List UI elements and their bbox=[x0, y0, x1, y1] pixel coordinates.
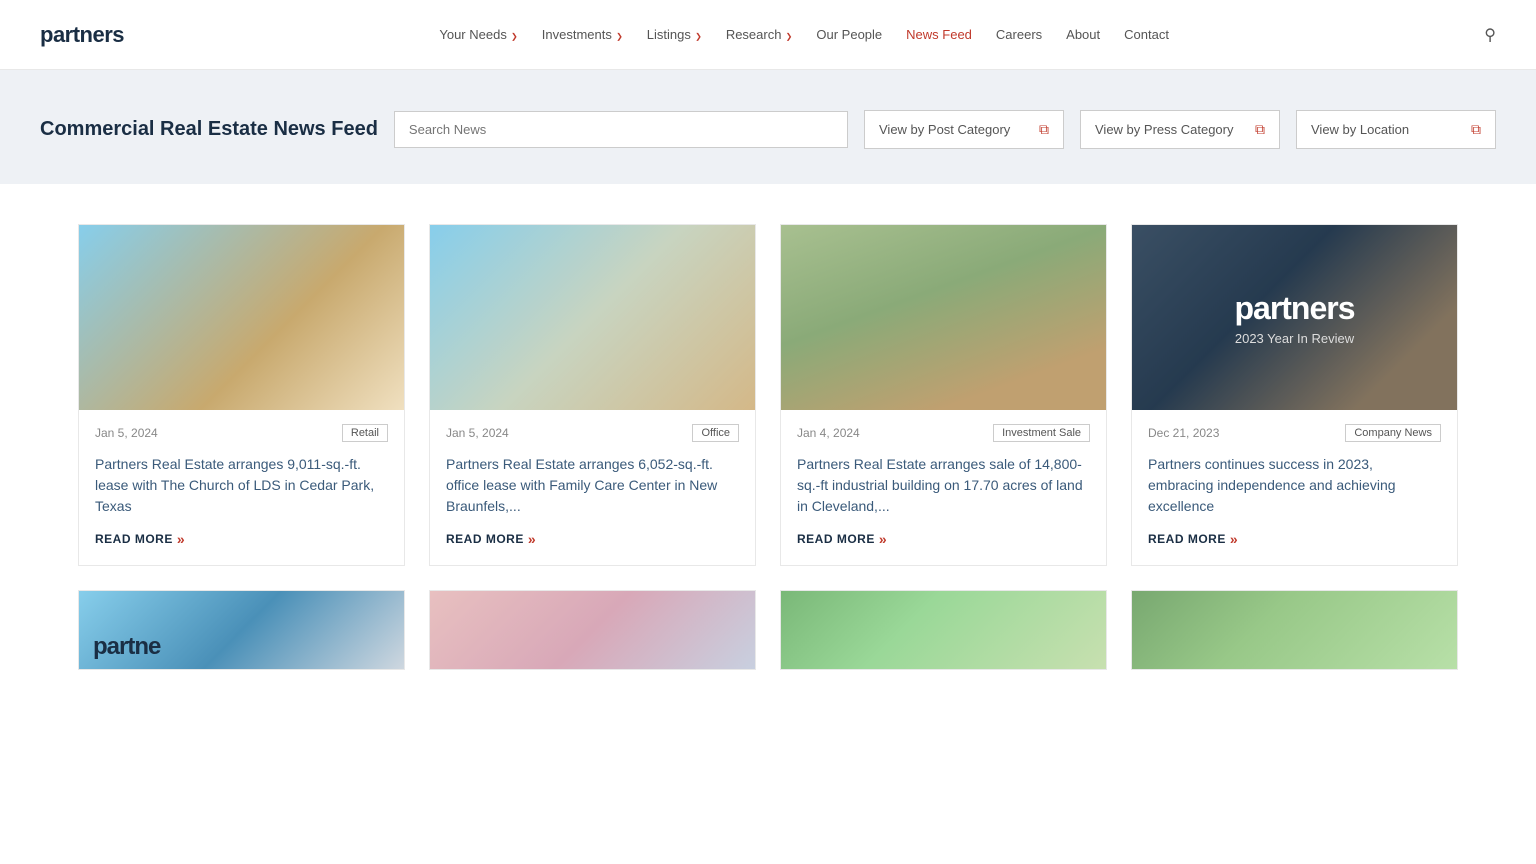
chevron-icon: ❯ bbox=[614, 32, 623, 41]
main-nav: partners Your Needs ❯ Investments ❯ Listin… bbox=[0, 0, 1536, 70]
card-image bbox=[781, 591, 1106, 670]
read-more-link[interactable]: READ MORE » bbox=[1148, 531, 1441, 547]
news-card-partial bbox=[780, 590, 1107, 670]
read-more-label: READ MORE bbox=[1148, 532, 1226, 546]
nav-link-contact[interactable]: Contact bbox=[1124, 27, 1169, 42]
card-image bbox=[79, 225, 404, 410]
post-category-dropdown[interactable]: View by Post Category ⧉ bbox=[864, 110, 1064, 149]
arrow-icon: » bbox=[879, 531, 887, 547]
news-title: Partners continues success in 2023, embr… bbox=[1148, 454, 1441, 517]
chevron-icon: ❯ bbox=[509, 32, 518, 41]
read-more-link[interactable]: READ MORE » bbox=[95, 531, 388, 547]
card-image: partne bbox=[79, 591, 404, 670]
nav-link-our-people[interactable]: Our People bbox=[816, 27, 882, 42]
card-image: partners 2023 Year In Review bbox=[1132, 225, 1457, 410]
partners-logo-overlay: partners bbox=[1234, 290, 1354, 327]
news-date: Dec 21, 2023 bbox=[1148, 426, 1219, 440]
main-content: Jan 5, 2024 Retail Partners Real Estate … bbox=[38, 184, 1498, 710]
card-image bbox=[781, 225, 1106, 410]
news-grid: Jan 5, 2024 Retail Partners Real Estate … bbox=[78, 224, 1458, 566]
search-input[interactable] bbox=[394, 111, 848, 148]
press-category-dropdown[interactable]: View by Press Category ⧉ bbox=[1080, 110, 1280, 149]
nav-link-research[interactable]: Research ❯ bbox=[726, 27, 793, 42]
news-card-partial bbox=[1131, 590, 1458, 670]
news-title: Partners Real Estate arranges 9,011-sq.-… bbox=[95, 454, 388, 517]
nav-links: Your Needs ❯ Investments ❯ Listings ❯ Resea… bbox=[439, 26, 1169, 44]
news-card: Jan 4, 2024 Investment Sale Partners Rea… bbox=[780, 224, 1107, 566]
news-card-partial bbox=[429, 590, 756, 670]
chevron-icon: ❯ bbox=[693, 32, 702, 41]
nav-link-about[interactable]: About bbox=[1066, 27, 1100, 42]
arrow-icon: » bbox=[1230, 531, 1238, 547]
chevron-down-icon: ⧉ bbox=[1471, 121, 1481, 138]
news-grid-bottom: partne bbox=[78, 590, 1458, 670]
news-date: Jan 4, 2024 bbox=[797, 426, 860, 440]
news-date: Jan 5, 2024 bbox=[95, 426, 158, 440]
arrow-icon: » bbox=[177, 531, 185, 547]
read-more-label: READ MORE bbox=[797, 532, 875, 546]
chevron-down-icon: ⧉ bbox=[1039, 121, 1049, 138]
card-image bbox=[1132, 591, 1457, 670]
search-icon[interactable]: ⚲ bbox=[1484, 25, 1496, 45]
read-more-link[interactable]: READ MORE » bbox=[446, 531, 739, 547]
filter-bar: Commercial Real Estate News Feed View by… bbox=[0, 70, 1536, 184]
news-tag: Retail bbox=[342, 424, 388, 442]
read-more-link[interactable]: READ MORE » bbox=[797, 531, 1090, 547]
location-label: View by Location bbox=[1311, 122, 1409, 137]
post-category-label: View by Post Category bbox=[879, 122, 1010, 137]
nav-link-your-needs[interactable]: Your Needs ❯ bbox=[439, 27, 517, 42]
news-date: Jan 5, 2024 bbox=[446, 426, 509, 440]
page-title: Commercial Real Estate News Feed bbox=[40, 118, 378, 141]
nav-link-careers[interactable]: Careers bbox=[996, 27, 1042, 42]
partners-logo: partne bbox=[93, 633, 160, 661]
card-image bbox=[430, 591, 755, 670]
news-card: Jan 5, 2024 Office Partners Real Estate … bbox=[429, 224, 756, 566]
news-tag: Company News bbox=[1345, 424, 1441, 442]
news-tag: Investment Sale bbox=[993, 424, 1090, 442]
nav-link-news-feed[interactable]: News Feed bbox=[906, 27, 972, 42]
chevron-icon: ❯ bbox=[783, 32, 792, 41]
news-title: Partners Real Estate arranges 6,052-sq.-… bbox=[446, 454, 739, 517]
chevron-down-icon: ⧉ bbox=[1255, 121, 1265, 138]
nav-link-listings[interactable]: Listings ❯ bbox=[647, 27, 702, 42]
news-tag: Office bbox=[692, 424, 739, 442]
location-dropdown[interactable]: View by Location ⧉ bbox=[1296, 110, 1496, 149]
nav-link-investments[interactable]: Investments ❯ bbox=[542, 27, 623, 42]
news-title: Partners Real Estate arranges sale of 14… bbox=[797, 454, 1090, 517]
read-more-label: READ MORE bbox=[446, 532, 524, 546]
press-category-label: View by Press Category bbox=[1095, 122, 1234, 137]
logo[interactable]: partners bbox=[40, 22, 124, 48]
news-card: partners 2023 Year In Review Dec 21, 202… bbox=[1131, 224, 1458, 566]
card-image bbox=[430, 225, 755, 410]
overlay-subtitle: 2023 Year In Review bbox=[1235, 331, 1354, 346]
news-card: Jan 5, 2024 Retail Partners Real Estate … bbox=[78, 224, 405, 566]
news-card-partial: partne bbox=[78, 590, 405, 670]
read-more-label: READ MORE bbox=[95, 532, 173, 546]
arrow-icon: » bbox=[528, 531, 536, 547]
